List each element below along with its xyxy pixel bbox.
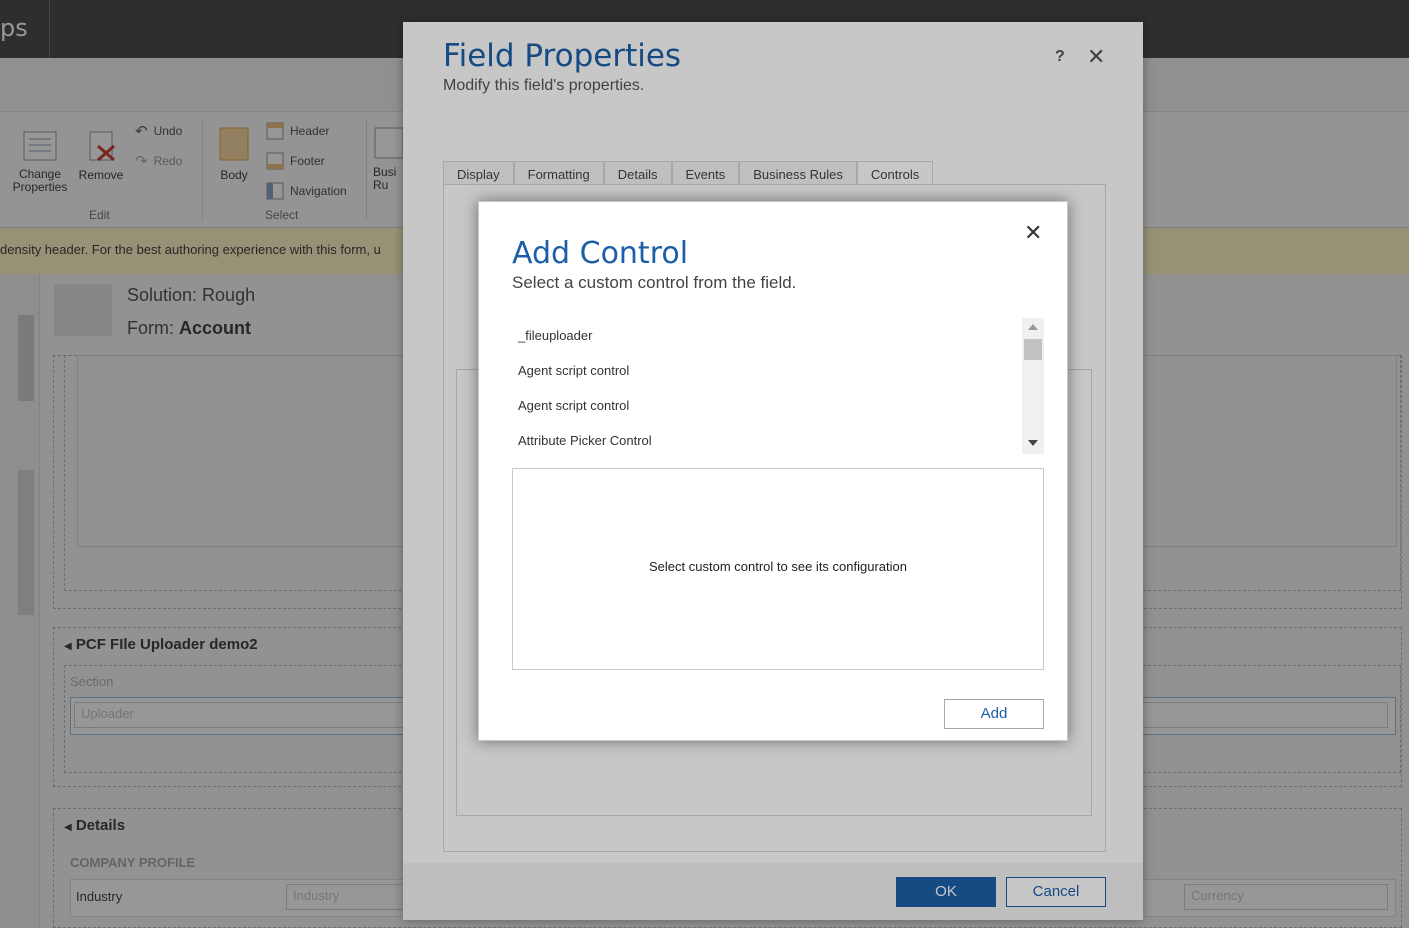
scrollbar-thumb[interactable] <box>1024 339 1042 360</box>
scroll-down-icon[interactable] <box>1028 440 1038 446</box>
list-item[interactable]: _fileuploader <box>512 318 1044 353</box>
scroll-up-icon[interactable] <box>1028 324 1038 330</box>
list-item[interactable]: Agent script control <box>512 388 1044 423</box>
control-configuration-panel: Select custom control to see its configu… <box>512 468 1044 670</box>
add-control-subtitle: Select a custom control from the field. <box>512 273 797 292</box>
close-icon[interactable]: ✕ <box>1024 220 1042 246</box>
add-control-title: Add Control <box>512 236 689 271</box>
control-list[interactable]: _fileuploader Agent script control Agent… <box>512 318 1044 454</box>
add-button[interactable]: Add <box>944 699 1044 729</box>
configuration-placeholder: Select custom control to see its configu… <box>649 559 907 574</box>
control-list-scrollbar[interactable] <box>1022 318 1044 454</box>
list-item[interactable]: Attribute Picker Control <box>512 423 1044 454</box>
list-item[interactable]: Agent script control <box>512 353 1044 388</box>
add-control-dialog: ✕ Add Control Select a custom control fr… <box>478 201 1068 741</box>
